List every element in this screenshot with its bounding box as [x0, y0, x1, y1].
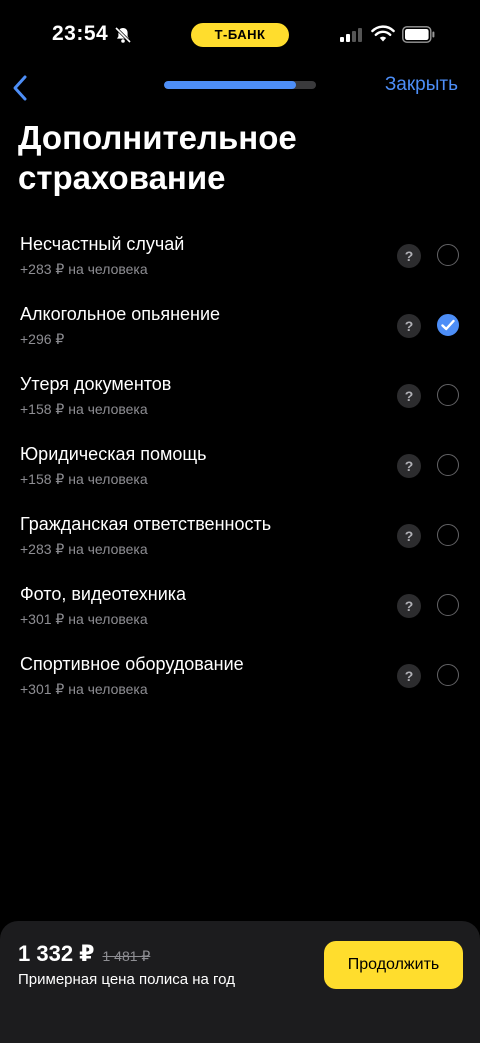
chevron-left-icon[interactable]: [10, 73, 32, 103]
progress-bar-fill: [164, 81, 297, 89]
option-price: +283 ₽ на человека: [20, 261, 148, 277]
bottom-bar: 1 332 ₽ 1 481 ₽ Примерная цена полиса на …: [0, 921, 480, 1043]
checkbox[interactable]: [437, 454, 459, 476]
option-name: Гражданская ответственность: [20, 514, 272, 534]
insurance-option[interactable]: Фото, видеотехника +301 ₽ на человека?: [0, 575, 480, 645]
insurance-option[interactable]: Утеря документов +158 ₽ на человека?: [0, 365, 480, 435]
help-icon[interactable]: ?: [397, 384, 421, 408]
bell-off-icon: [114, 26, 132, 44]
top-navigation: Закрыть: [0, 70, 480, 110]
checkbox[interactable]: [437, 384, 459, 406]
insurance-option[interactable]: Алкогольное опьянение +296 ₽?: [0, 295, 480, 365]
option-price: +301 ₽ на человека: [20, 681, 148, 697]
checkbox[interactable]: [437, 664, 459, 686]
battery-icon: [402, 26, 435, 43]
option-name: Алкогольное опьянение: [20, 304, 221, 324]
help-icon[interactable]: ?: [397, 314, 421, 338]
option-price: +283 ₽ на человека: [20, 541, 148, 557]
option-name: Спортивное оборудование: [20, 654, 244, 674]
option-name: Утеря документов: [20, 374, 172, 394]
option-price: +296 ₽: [20, 331, 65, 347]
checkbox[interactable]: [437, 524, 459, 546]
option-name: Юридическая помощь: [20, 444, 207, 464]
help-icon[interactable]: ?: [397, 244, 421, 268]
help-icon[interactable]: ?: [397, 594, 421, 618]
old-price: 1 481 ₽: [102, 948, 151, 964]
price-caption: Примерная цена полиса на год: [18, 971, 235, 988]
insurance-option[interactable]: Юридическая помощь +158 ₽ на человека?: [0, 435, 480, 505]
insurance-option[interactable]: Несчастный случай +283 ₽ на человека?: [0, 225, 480, 295]
option-price: +301 ₽ на человека: [20, 611, 148, 627]
checkbox[interactable]: [437, 594, 459, 616]
option-name: Фото, видеотехника: [20, 584, 187, 604]
wifi-icon: [371, 25, 395, 42]
option-price: +158 ₽ на человека: [20, 471, 148, 487]
close-button[interactable]: Закрыть: [385, 74, 458, 96]
help-icon[interactable]: ?: [397, 454, 421, 478]
bank-badge: Т-БАНК: [191, 23, 289, 47]
status-bar: 23:54 Т-БАНК: [0, 0, 480, 70]
option-name: Несчастный случай: [20, 234, 185, 254]
progress-bar: [164, 81, 316, 89]
help-icon[interactable]: ?: [397, 524, 421, 548]
insurance-option[interactable]: Спортивное оборудование +301 ₽ на человек…: [0, 645, 480, 715]
continue-button[interactable]: Продолжить: [324, 941, 463, 989]
signal-icon: [340, 28, 362, 42]
total-price: 1 332 ₽: [18, 941, 95, 966]
checkbox[interactable]: [437, 244, 459, 266]
option-price: +158 ₽ на человека: [20, 401, 148, 417]
price-row: 1 332 ₽ 1 481 ₽: [18, 941, 150, 967]
help-icon[interactable]: ?: [397, 664, 421, 688]
checkbox-checked[interactable]: [437, 314, 459, 336]
checkmark-icon: [441, 319, 455, 331]
insurance-options-list: Несчастный случай +283 ₽ на человека? Алко…: [0, 225, 480, 715]
insurance-option[interactable]: Гражданская ответственность +283 ₽ на чел…: [0, 505, 480, 575]
status-time: 23:54: [52, 22, 109, 45]
page-title: Дополнительное страхование: [18, 119, 297, 196]
